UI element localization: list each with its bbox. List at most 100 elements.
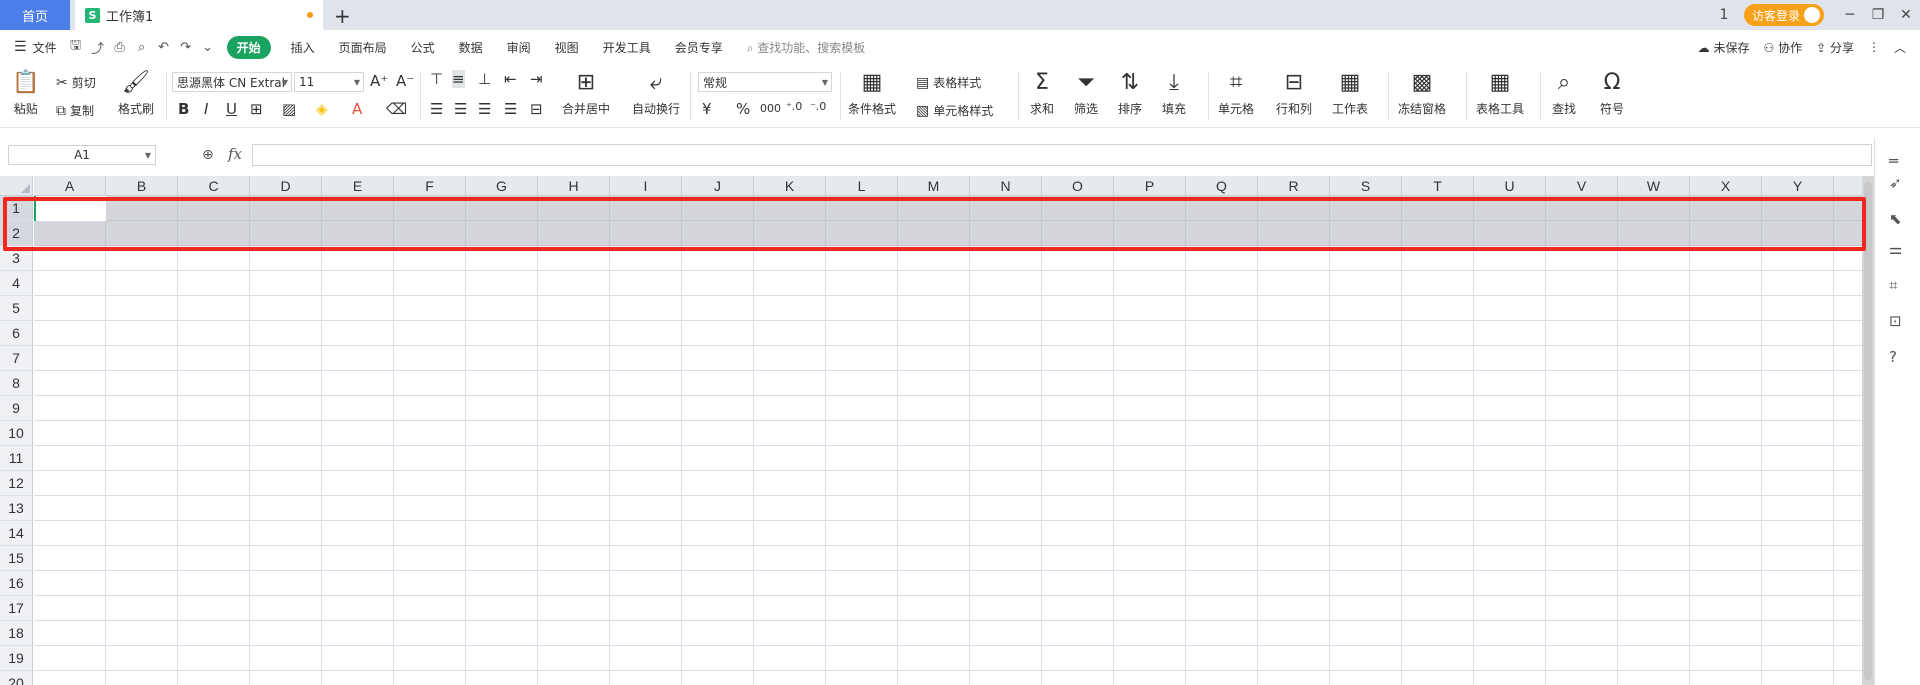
inbox-icon[interactable]: ⊡ [1889,312,1902,330]
file-menu[interactable]: ☰ 文件 [0,39,65,56]
tab-membership[interactable]: 会员专享 [663,39,735,56]
wrap-text-button[interactable]: ⤶ 自动换行 [632,70,680,117]
name-box[interactable]: A1 ▼ [8,145,156,165]
font-color-icon[interactable]: A [352,100,362,118]
increase-decimal-icon[interactable]: ⁺.0 [786,100,802,113]
table-style-button[interactable]: ▤ 表格样式 [916,74,981,91]
print-icon[interactable]: ⎙ [109,40,131,55]
merge-center-button[interactable]: ⊞ 合并居中 [562,70,610,117]
column-header-n[interactable]: N [970,176,1042,196]
row-header-5[interactable]: 5 [0,296,33,321]
redo-icon[interactable]: ↷ [175,40,197,55]
border-icon[interactable]: ⊞ [250,100,263,118]
select-all-button[interactable] [0,176,33,196]
export-icon[interactable]: ⤴ [87,38,109,57]
percent-icon[interactable]: % [736,100,750,118]
fill-button[interactable]: ⤓ 填充 [1162,70,1186,117]
column-header-h[interactable]: H [538,176,610,196]
fill-color-icon[interactable]: ◈ [316,100,328,118]
share-button[interactable]: ⇪ 分享 [1816,39,1854,56]
restore-icon[interactable]: ❐ [1864,7,1892,23]
column-header-f[interactable]: F [394,176,466,196]
tab-developer[interactable]: 开发工具 [591,39,663,56]
find-button[interactable]: ⌕ 查找 [1552,70,1576,117]
conditional-format-button[interactable]: ▦ 条件格式 [848,70,896,117]
row-header-12[interactable]: 12 [0,471,33,496]
number-format-select[interactable]: 常规 ▼ [698,72,832,92]
column-header-j[interactable]: J [682,176,754,196]
row-header-16[interactable]: 16 [0,571,33,596]
row-header-6[interactable]: 6 [0,321,33,346]
row-header-18[interactable]: 18 [0,621,33,646]
table-tools-button[interactable]: ▦ 表格工具 [1476,70,1524,117]
column-header-i[interactable]: I [610,176,682,196]
paste-button[interactable]: 📋 粘贴 [12,70,39,117]
print-preview-icon[interactable]: ⌕ [131,40,153,55]
sum-button[interactable]: Σ 求和 [1030,70,1054,117]
increase-indent-icon[interactable]: ⇥ [530,70,543,88]
cell-style-button[interactable]: ▧ 单元格样式 [916,102,993,119]
save-icon[interactable]: 🖫 [65,36,87,58]
collapse-ribbon-icon[interactable]: ︿ [1894,39,1906,56]
tab-formulas[interactable]: 公式 [399,39,447,56]
close-icon[interactable]: ✕ [1892,7,1920,23]
column-header-o[interactable]: O [1042,176,1114,196]
row-header-11[interactable]: 11 [0,446,33,471]
column-header-r[interactable]: R [1258,176,1330,196]
row-header-10[interactable]: 10 [0,421,33,446]
tab-start[interactable]: 开始 [226,35,271,59]
help-icon[interactable]: ? [1889,348,1897,366]
tab-home[interactable]: 首页 [0,0,70,30]
align-center-icon[interactable]: ☰ [454,100,467,118]
tab-review[interactable]: 审阅 [495,39,543,56]
function-icon[interactable]: fx [228,145,242,163]
filter-button[interactable]: ⏷ 筛选 [1074,70,1098,117]
row-header-7[interactable]: 7 [0,346,33,371]
column-header-g[interactable]: G [466,176,538,196]
align-top-icon[interactable]: ⊤ [430,70,443,88]
column-header-q[interactable]: Q [1186,176,1258,196]
format-painter-button[interactable]: 🖌 格式刷 [118,70,154,117]
align-right-icon[interactable]: ☰ [478,100,491,118]
collapse-sidebar-icon[interactable]: ═ [1889,152,1898,170]
tab-view[interactable]: 视图 [543,39,591,56]
row-header-19[interactable]: 19 [0,646,33,671]
align-bottom-icon[interactable]: ⊥ [478,70,491,88]
column-header-c[interactable]: C [178,176,250,196]
sliders-icon[interactable]: ⚌ [1889,240,1902,258]
row-header-17[interactable]: 17 [0,596,33,621]
column-header-u[interactable]: U [1474,176,1546,196]
new-tab-button[interactable]: + [334,4,351,28]
decrease-font-icon[interactable]: A⁻ [396,72,414,90]
page-count-icon[interactable]: 1 [1710,7,1738,23]
formula-input[interactable] [252,144,1872,166]
currency-icon[interactable]: ¥ [702,100,712,118]
vertical-scrollbar[interactable] [1862,176,1874,685]
tab-page-layout[interactable]: 页面布局 [327,39,399,56]
bold-icon[interactable]: B [178,100,189,118]
distributed-icon[interactable]: ⊟ [530,100,543,118]
row-header-13[interactable]: 13 [0,496,33,521]
decrease-decimal-icon[interactable]: ⁻.0 [810,100,826,113]
column-header-w[interactable]: W [1618,176,1690,196]
justify-icon[interactable]: ☰ [504,100,517,118]
column-header-m[interactable]: M [898,176,970,196]
clear-format-icon[interactable]: ⌫ [386,100,407,118]
row-header-14[interactable]: 14 [0,521,33,546]
tab-workbook[interactable]: S 工作簿1 [75,0,323,30]
row-header-9[interactable]: 9 [0,396,33,421]
align-middle-icon[interactable]: ≡ [452,70,465,88]
decrease-indent-icon[interactable]: ⇤ [504,70,517,88]
collaborate-button[interactable]: ⚇ 协作 [1764,39,1803,56]
cursor-icon[interactable]: ⬉ [1889,210,1902,228]
row-header-15[interactable]: 15 [0,546,33,571]
font-name-select[interactable]: 思源黑体 CN Extral ▼ [172,72,292,92]
command-search[interactable]: ⌕ 查找功能、搜索模板 [747,39,866,56]
more-icon[interactable]: ⋮ [1868,40,1880,54]
freeze-panes-button[interactable]: ▩ 冻结窗格 [1398,70,1446,117]
italic-icon[interactable]: I [204,100,208,118]
column-header-b[interactable]: B [106,176,178,196]
tab-data[interactable]: 数据 [447,39,495,56]
font-size-select[interactable]: 11 ▼ [294,72,364,92]
column-header-x[interactable]: X [1690,176,1762,196]
